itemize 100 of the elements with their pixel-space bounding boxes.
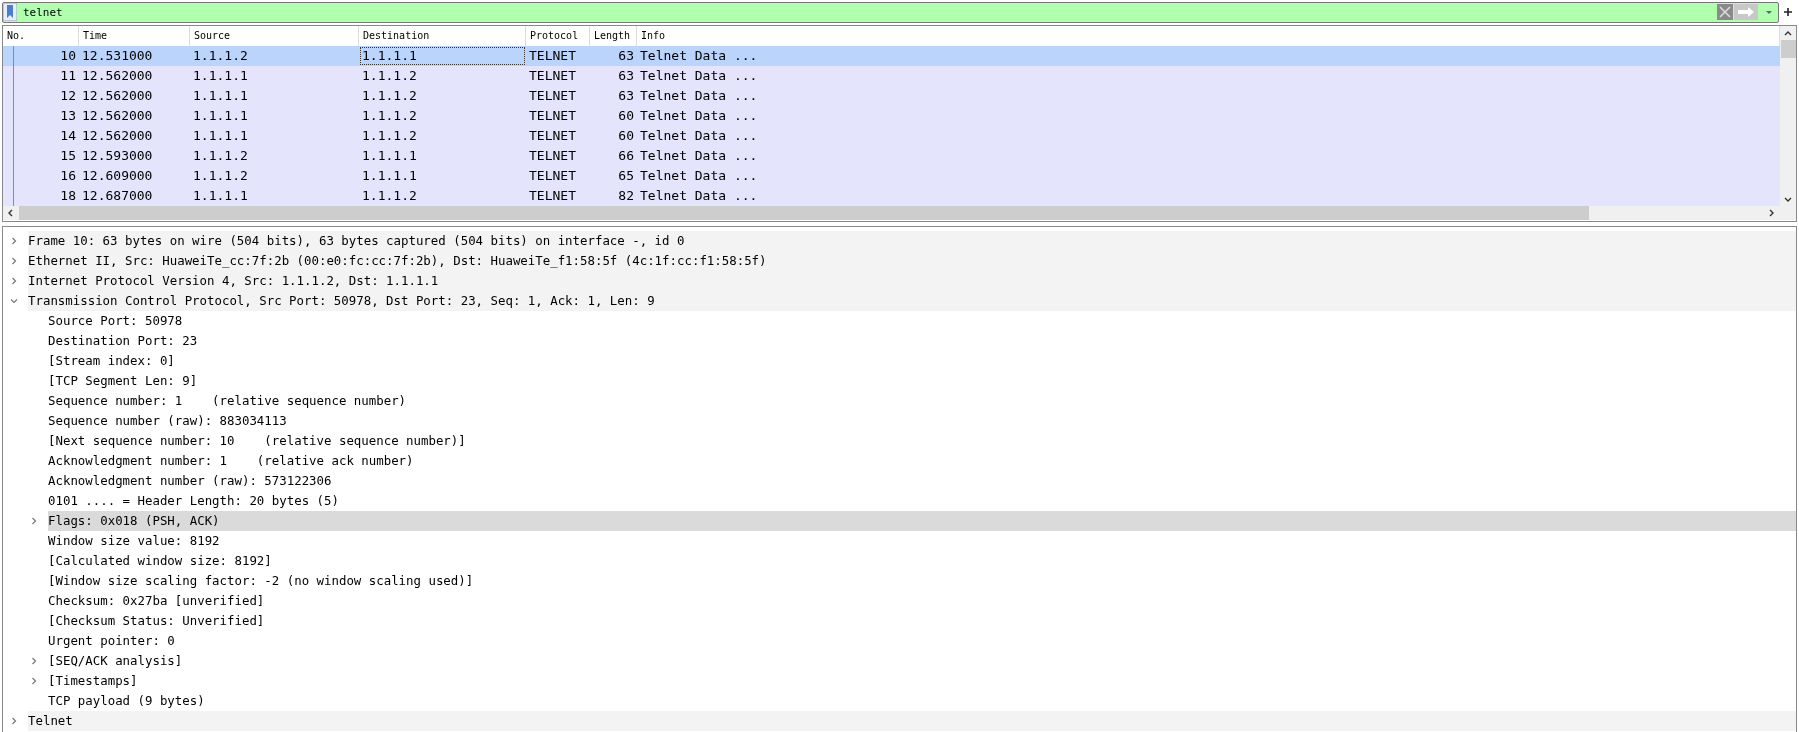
packet-row[interactable]: 15 12.593000 1.1.1.2 1.1.1.1 TELNET 66 Telnet Data ... xyxy=(3,146,1780,166)
table-cell-text: 1.1.1.2 xyxy=(192,47,249,65)
collapsed-caret-icon[interactable] xyxy=(29,676,39,686)
tree-item[interactable]: Urgent pointer: 0 xyxy=(48,631,1796,651)
table-cell-text: Telnet Data ... xyxy=(639,127,759,145)
collapsed-caret-icon[interactable] xyxy=(29,516,39,526)
tree-item[interactable]: [Next sequence number: 10 (relative sequence number)] xyxy=(48,431,1796,451)
collapsed-caret-icon[interactable] xyxy=(29,656,39,666)
tree-item[interactable]: Ethernet II, Src: HuaweiTe_cc:7f:2b (00:e0:fc:cc:7f:2b), Dst: HuaweiTe_f1:58:5f (4c:1f:cc:f1:58:5f) xyxy=(28,251,1796,271)
collapsed-caret-icon[interactable] xyxy=(9,256,19,266)
collapsed-caret-icon[interactable] xyxy=(9,276,19,286)
table-cell-text: 60 xyxy=(617,127,635,145)
tree-item[interactable]: TCP payload (9 bytes) xyxy=(48,691,1796,711)
table-cell-text: Telnet Data ... xyxy=(639,147,759,165)
tree-item[interactable]: Sequence number: 1 (relative sequence number) xyxy=(48,391,1796,411)
table-cell-text: 11 xyxy=(59,67,77,85)
packet-row[interactable]: 12 12.562000 1.1.1.1 1.1.1.2 TELNET 63 Telnet Data ... xyxy=(3,86,1780,106)
filter-text: telnet xyxy=(23,5,64,19)
table-cell-text: 12.562000 xyxy=(81,87,154,105)
table-cell-text: 63 xyxy=(617,67,635,85)
vertical-scrollbar[interactable] xyxy=(1780,26,1796,206)
table-cell-text: Telnet Data ... xyxy=(639,67,759,85)
table-cell-text: 12.562000 xyxy=(81,67,154,85)
scroll-thumb[interactable] xyxy=(1780,40,1796,58)
packet-row[interactable]: 10 12.531000 1.1.1.2 1.1.1.1 TELNET 63 Telnet Data ... xyxy=(3,46,1780,66)
tree-item[interactable]: Acknowledgment number: 1 (relative ack number) xyxy=(48,451,1796,471)
table-cell-text: 66 xyxy=(617,147,635,165)
packet-row[interactable]: 14 12.562000 1.1.1.1 1.1.1.2 TELNET 60 Telnet Data ... xyxy=(3,126,1780,146)
table-cell-text: 1.1.1.1 xyxy=(192,127,249,145)
table-cell-text: Telnet Data ... xyxy=(639,107,759,125)
tree-item[interactable]: 0101 .... = Header Length: 20 bytes (5) xyxy=(48,491,1796,511)
table-cell-text: 1.1.1.1 xyxy=(361,167,418,185)
table-cell-text: TELNET xyxy=(528,127,577,145)
table-cell: 1.1.1.1 xyxy=(359,46,526,66)
table-cell-text: TELNET xyxy=(528,187,577,205)
table-cell-text: 1.1.1.2 xyxy=(361,187,418,205)
table-cell-text: 13 xyxy=(59,107,77,125)
table-cell-text: TELNET xyxy=(528,147,577,165)
table-cell-text: 63 xyxy=(617,87,635,105)
table-cell-text: TELNET xyxy=(528,87,577,105)
tree-item[interactable]: Internet Protocol Version 4, Src: 1.1.1.2, Dst: 1.1.1.1 xyxy=(28,271,1796,291)
table-cell-text: 1.1.1.1 xyxy=(192,87,249,105)
table-cell-text: TELNET xyxy=(528,67,577,85)
tree-item[interactable]: Destination Port: 23 xyxy=(48,331,1796,351)
tree-item[interactable]: Telnet xyxy=(28,711,1796,731)
table-cell-text: 1.1.1.2 xyxy=(361,127,418,145)
table-cell-text: 1.1.1.2 xyxy=(361,107,418,125)
table-cell-text: 15 xyxy=(59,147,77,165)
collapsed-caret-icon[interactable] xyxy=(9,716,19,726)
tree-item[interactable]: [SEQ/ACK analysis] xyxy=(48,651,1796,671)
table-cell-text: 16 xyxy=(59,167,77,185)
packet-row[interactable]: 11 12.562000 1.1.1.1 1.1.1.2 TELNET 63 Telnet Data ... xyxy=(3,66,1780,86)
packet-row[interactable]: 18 12.687000 1.1.1.1 1.1.1.2 TELNET 82 Telnet Data ... xyxy=(3,186,1780,206)
tree-item[interactable]: [Stream index: 0] xyxy=(48,351,1796,371)
tree-item[interactable]: [Window size scaling factor: -2 (no window scaling used)] xyxy=(48,571,1796,591)
table-cell-text: 65 xyxy=(617,167,635,185)
table-cell-text: 12.687000 xyxy=(81,187,154,205)
display-filter-field[interactable]: telnet xyxy=(2,1,1779,23)
tree-item[interactable]: [Timestamps] xyxy=(48,671,1796,691)
tree-item[interactable]: Source Port: 50978 xyxy=(48,311,1796,331)
table-cell-text: 1.1.1.1 xyxy=(192,67,249,85)
tree-item[interactable]: Checksum: 0x27ba [unverified] xyxy=(48,591,1796,611)
table-cell-text: 82 xyxy=(617,187,635,205)
tree-item[interactable]: [Checksum Status: Unverified] xyxy=(48,611,1796,631)
table-cell-text: 1.1.1.1 xyxy=(361,147,418,165)
tree-item[interactable]: Flags: 0x018 (PSH, ACK) xyxy=(48,511,1796,531)
tree-item[interactable]: [TCP Segment Len: 9] xyxy=(48,371,1796,391)
collapsed-caret-icon[interactable] xyxy=(9,236,19,246)
tree-item[interactable]: Frame 10: 63 bytes on wire (504 bits), 63 bytes captured (504 bits) on interface -, id 0 xyxy=(28,231,1796,251)
table-cell-text: TELNET xyxy=(528,167,577,185)
table-cell-text: 12.562000 xyxy=(81,107,154,125)
table-cell-text: 12 xyxy=(59,87,77,105)
table-cell-text: TELNET xyxy=(528,107,577,125)
tree-item[interactable]: Acknowledgment number (raw): 573122306 xyxy=(48,471,1796,491)
table-cell-text: 1.1.1.2 xyxy=(192,147,249,165)
clear-icon[interactable] xyxy=(1717,4,1733,20)
add-icon[interactable] xyxy=(1783,7,1793,17)
table-cell-text: 12.593000 xyxy=(81,147,154,165)
table-cell-text: 12.531000 xyxy=(81,47,154,65)
table-cell-text: 1.1.1.1 xyxy=(192,107,249,125)
packet-row[interactable]: 16 12.609000 1.1.1.2 1.1.1.1 TELNET 65 Telnet Data ... xyxy=(3,166,1780,186)
table-cell-text: 1.1.1.2 xyxy=(361,87,418,105)
tree-item[interactable]: Sequence number (raw): 883034113 xyxy=(48,411,1796,431)
table-cell-text: Telnet Data ... xyxy=(639,87,759,105)
table-cell-text: Telnet Data ... xyxy=(639,187,759,205)
table-cell-text: 60 xyxy=(617,107,635,125)
table-cell-text: 14 xyxy=(59,127,77,145)
bookmark-icon[interactable] xyxy=(3,3,17,21)
table-cell-text: 1.1.1.2 xyxy=(192,167,249,185)
tree-item[interactable]: Transmission Control Protocol, Src Port: 50978, Dst Port: 23, Seq: 1, Ack: 1, Len: 9 xyxy=(28,291,1796,311)
table-cell-text: 12.609000 xyxy=(81,167,154,185)
tree-item[interactable]: Window size value: 8192 xyxy=(48,531,1796,551)
expanded-caret-icon[interactable] xyxy=(9,296,19,306)
table-cell-text: Telnet Data ... xyxy=(639,47,759,65)
table-cell-text: 18 xyxy=(59,187,77,205)
table-cell-text: TELNET xyxy=(528,47,577,65)
table-cell-text: 10 xyxy=(59,47,77,65)
packet-row[interactable]: 13 12.562000 1.1.1.1 1.1.1.2 TELNET 60 Telnet Data ... xyxy=(3,106,1780,126)
table-cell-text: Telnet Data ... xyxy=(639,167,759,185)
tree-item[interactable]: [Calculated window size: 8192] xyxy=(48,551,1796,571)
